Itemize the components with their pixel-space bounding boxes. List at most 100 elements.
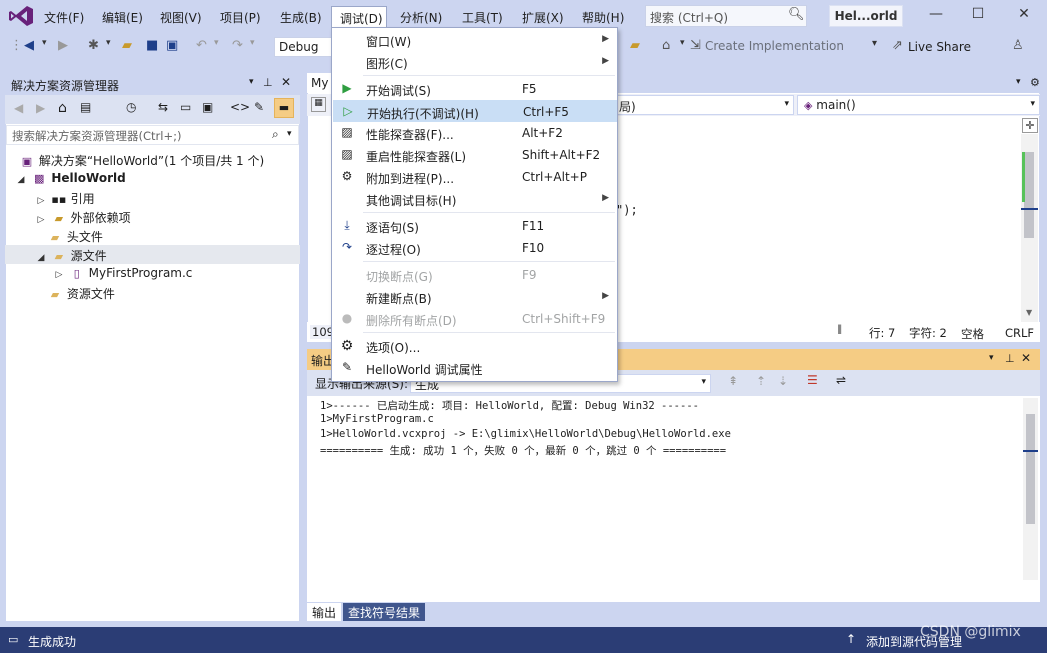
pane-close-icon[interactable]: ✕ bbox=[281, 75, 291, 89]
menu-item-new-breakpoint[interactable]: 新建断点(B) ▶ bbox=[333, 286, 617, 308]
split-editor-icon[interactable]: ✛ bbox=[1022, 118, 1038, 133]
menu-help[interactable]: 帮助(H) bbox=[582, 9, 624, 26]
tree-source-files[interactable]: ◢ ▰ 源文件 bbox=[5, 245, 300, 264]
menu-build[interactable]: 生成(B) bbox=[280, 9, 322, 26]
menu-item-delete-all-breakpoints[interactable]: ● 删除所有断点(D) Ctrl+Shift+F9 bbox=[333, 308, 617, 330]
save-all-icon[interactable]: ▣ bbox=[166, 38, 178, 53]
tree-solution[interactable]: ▣ 解决方案“HelloWorld”(1 个项目/共 1 个) bbox=[5, 150, 300, 169]
switch-views-icon[interactable]: ▤ bbox=[80, 100, 91, 114]
view-code-icon[interactable]: <> bbox=[230, 100, 250, 114]
toolbar-view-dropdown-icon[interactable]: ▾ bbox=[680, 38, 685, 48]
whitespace-mode[interactable]: 空格 bbox=[961, 326, 984, 342]
function-dropdown[interactable]: ◈ main() ▾ bbox=[797, 95, 1040, 115]
tab-find-symbol-results[interactable]: 查找符号结果 bbox=[343, 603, 426, 621]
tab-output[interactable]: 输出 bbox=[307, 603, 342, 621]
pin-icon[interactable]: ⊥ bbox=[263, 76, 273, 89]
back-icon[interactable]: ◀ bbox=[24, 38, 34, 53]
output-vertical-scrollbar[interactable] bbox=[1023, 398, 1038, 580]
menu-debug[interactable]: 调试(D) bbox=[331, 6, 387, 28]
menu-item-debug-properties[interactable]: ✎ HelloWorld 调试属性 bbox=[333, 357, 617, 379]
output-close-icon[interactable]: ✕ bbox=[1021, 351, 1031, 365]
output-options-icon[interactable]: ▾ bbox=[989, 353, 994, 363]
search-icon[interactable]: 🔍︎ bbox=[788, 7, 805, 22]
visual-studio-logo-icon[interactable] bbox=[8, 5, 34, 27]
maximize-button[interactable]: ☐ bbox=[968, 6, 988, 22]
pane-options-icon[interactable]: ▾ bbox=[249, 77, 254, 87]
project-scope-icon[interactable]: ▦ bbox=[311, 97, 326, 112]
menu-item-step-over[interactable]: ↷ 逐过程(O) F10 bbox=[333, 237, 617, 259]
close-button[interactable]: ✕ bbox=[1014, 6, 1034, 22]
editor-vertical-scrollbar[interactable] bbox=[1021, 134, 1038, 322]
word-wrap-icon[interactable]: ⇌ bbox=[836, 373, 846, 387]
redo-dropdown-icon[interactable]: ▾ bbox=[250, 38, 255, 48]
scroll-right-icon[interactable]: ▐ bbox=[835, 325, 841, 334]
undo-icon[interactable]: ↶ bbox=[196, 38, 207, 53]
collapsed-icon[interactable]: ▷ bbox=[53, 270, 65, 280]
menu-analyze[interactable]: 分析(N) bbox=[400, 9, 442, 26]
collapsed-icon[interactable]: ▷ bbox=[35, 196, 47, 206]
tree-header-files[interactable]: ▰ 头文件 bbox=[5, 226, 300, 245]
output-pin-icon[interactable]: ⊥ bbox=[1005, 352, 1015, 365]
undo-dropdown-icon[interactable]: ▾ bbox=[214, 38, 219, 48]
menu-item-options[interactable]: ⚙ 选项(O)... bbox=[333, 335, 617, 357]
output-content[interactable] bbox=[307, 396, 1040, 602]
toolbar-tool-icon[interactable]: ▰ bbox=[630, 38, 640, 53]
menu-item-performance-profiler[interactable]: ▨ 性能探查器(F)... Alt+F2 bbox=[333, 122, 617, 144]
upload-icon[interactable]: ↑ bbox=[846, 632, 856, 646]
next-message-icon[interactable]: ⇣ bbox=[778, 374, 788, 388]
tree-project[interactable]: ◢ ▩ HelloWorld bbox=[5, 169, 300, 188]
open-folder-icon[interactable]: ▰ bbox=[122, 38, 132, 53]
menu-item-attach-to-process[interactable]: ⚙ 附加到进程(P)... Ctrl+Alt+P bbox=[333, 166, 617, 188]
se-back-icon[interactable]: ◀ bbox=[14, 101, 23, 115]
menu-view[interactable]: 视图(V) bbox=[160, 9, 202, 26]
menu-item-relaunch-profiler[interactable]: ▨ 重启性能探查器(L) Shift+Alt+F2 bbox=[333, 144, 617, 166]
new-project-icon[interactable]: ✱ bbox=[88, 38, 99, 53]
editor-tab[interactable]: My bbox=[307, 73, 331, 93]
se-search-dropdown-icon[interactable]: ▾ bbox=[287, 129, 292, 139]
find-message-icon[interactable]: ⇞ bbox=[728, 374, 738, 388]
menu-item-start-debugging[interactable]: ▶ 开始调试(S) F5 bbox=[333, 78, 617, 100]
tree-external-deps[interactable]: ▷ ▰ 外部依赖项 bbox=[5, 207, 300, 226]
collapse-all-icon[interactable]: ▭ bbox=[180, 100, 191, 114]
scroll-down-icon[interactable]: ▼ bbox=[1026, 308, 1032, 317]
prev-message-icon[interactable]: ⇡ bbox=[756, 374, 766, 388]
toolbar-overflow-icon[interactable]: ▾ bbox=[872, 38, 877, 49]
menu-file[interactable]: 文件(F) bbox=[44, 9, 84, 26]
pending-changes-icon[interactable]: ◷ bbox=[126, 100, 136, 114]
menu-item-step-into[interactable]: ⤓ 逐语句(S) F11 bbox=[333, 215, 617, 237]
save-icon[interactable]: ■ bbox=[146, 38, 158, 53]
toolbar-view-icon[interactable]: ⌂ bbox=[662, 38, 670, 53]
search-input[interactable]: 搜索 (Ctrl+Q) bbox=[645, 5, 807, 27]
tree-source-file[interactable]: ▷ ▯ MyFirstProgram.c bbox=[5, 264, 300, 283]
properties-icon[interactable]: ✎ bbox=[254, 100, 264, 114]
se-search-icon[interactable]: ⌕ bbox=[272, 127, 279, 142]
redo-icon[interactable]: ↷ bbox=[232, 38, 243, 53]
show-all-files-icon[interactable]: ▣ bbox=[202, 100, 213, 114]
tree-resource-files[interactable]: ▰ 资源文件 bbox=[5, 283, 300, 302]
solution-explorer-search[interactable]: 搜索解决方案资源管理器(Ctrl+;) bbox=[6, 125, 299, 145]
menu-project[interactable]: 项目(P) bbox=[220, 9, 261, 26]
tree-references[interactable]: ▷ ▪▪ 引用 bbox=[5, 188, 300, 207]
create-implementation-icon[interactable]: ⇲ bbox=[690, 38, 701, 53]
create-implementation-button[interactable]: Create Implementation bbox=[705, 39, 844, 53]
editor-settings-icon[interactable]: ⚙ bbox=[1030, 76, 1040, 89]
collapsed-icon[interactable]: ▷ bbox=[35, 215, 47, 225]
back-dropdown-icon[interactable]: ▾ bbox=[42, 38, 47, 48]
new-dropdown-icon[interactable]: ▾ bbox=[106, 38, 111, 48]
configuration-select[interactable]: Debug bbox=[274, 37, 332, 57]
expanded-icon[interactable]: ◢ bbox=[35, 253, 47, 263]
menu-item-window[interactable]: 窗口(W) ▶ bbox=[333, 29, 617, 51]
menu-edit[interactable]: 编辑(E) bbox=[102, 9, 143, 26]
live-share-button[interactable]: Live Share bbox=[908, 40, 971, 54]
dropdown-arrow-icon[interactable]: ▾ bbox=[1030, 99, 1035, 109]
expanded-icon[interactable]: ◢ bbox=[15, 175, 27, 185]
menu-item-start-without-debugging[interactable]: ▷ 开始执行(不调试)(H) Ctrl+F5 bbox=[333, 100, 617, 122]
live-share-icon[interactable]: ⇗ bbox=[892, 38, 903, 53]
minimize-button[interactable]: — bbox=[926, 6, 946, 22]
menu-item-graphics[interactable]: 图形(C) ▶ bbox=[333, 51, 617, 73]
menu-extensions[interactable]: 扩展(X) bbox=[522, 9, 564, 26]
line-ending[interactable]: CRLF bbox=[1005, 326, 1034, 340]
menu-tools[interactable]: 工具(T) bbox=[462, 9, 503, 26]
sync-icon[interactable]: ⇆ bbox=[158, 100, 168, 114]
menu-item-other-debug-targets[interactable]: 其他调试目标(H) ▶ bbox=[333, 188, 617, 210]
